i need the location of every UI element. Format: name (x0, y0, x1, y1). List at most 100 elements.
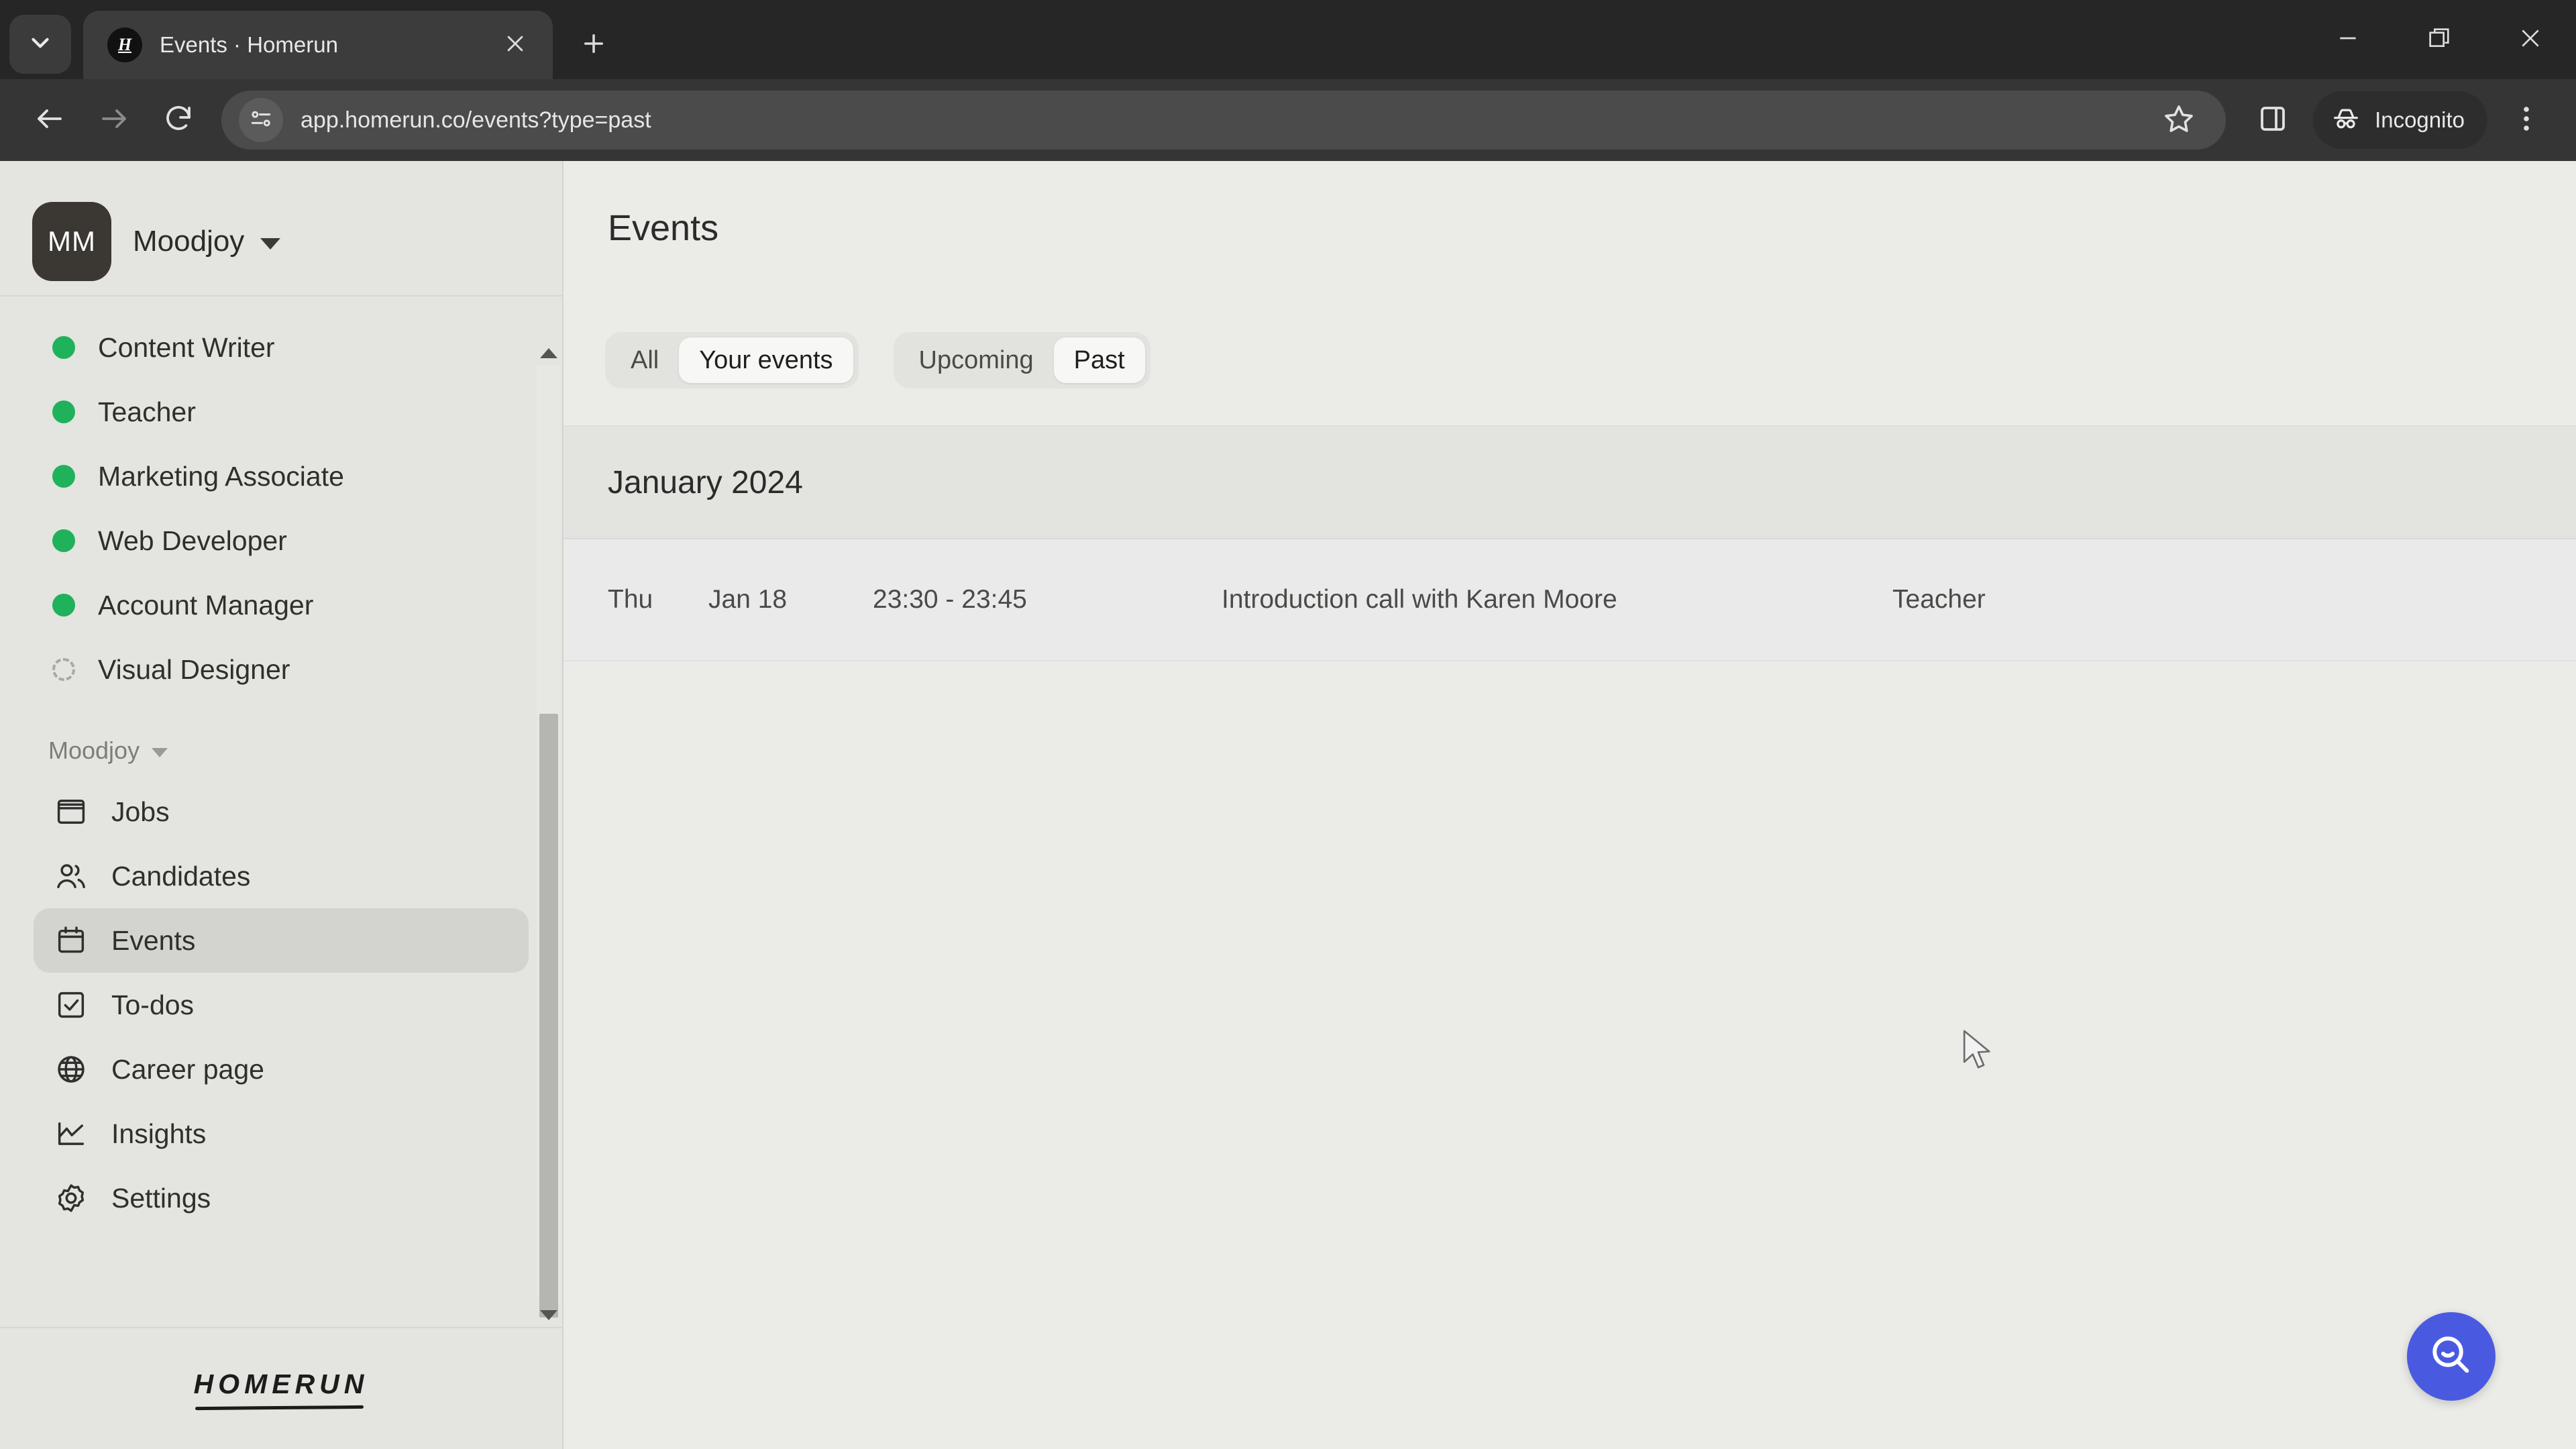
status-dot-draft-icon (52, 658, 75, 681)
sidebar: MM Moodjoy Content Writer Teacher Market… (0, 161, 564, 1449)
browser-toolbar: app.homerun.co/events?type=past Incognit… (0, 79, 2576, 161)
mouse-cursor (1959, 1028, 1999, 1073)
sidebar-job-list: Content Writer Teacher Marketing Associa… (0, 297, 562, 702)
org-avatar: MM (32, 202, 111, 281)
page-title: Events (608, 208, 719, 248)
events-filter-bar: All Your events Upcoming Past (564, 295, 2576, 427)
sidebar-item-label: Events (111, 924, 196, 956)
filter-past[interactable]: Past (1053, 337, 1145, 383)
sidebar-item-events[interactable]: Events (34, 908, 529, 973)
browser-tab[interactable]: H Events · Homerun (83, 11, 553, 79)
job-label: Teacher (98, 396, 196, 427)
month-title: January 2024 (608, 464, 803, 500)
browser-tab-strip: H Events · Homerun (0, 0, 2576, 79)
gear-icon (52, 1179, 90, 1217)
arrow-right-icon (98, 103, 130, 138)
globe-icon (52, 1051, 90, 1088)
scope-filter-group: All Your events (605, 332, 859, 388)
sidebar-section-label: Moodjoy (48, 737, 140, 764)
page-settings-icon (248, 106, 274, 135)
filter-all[interactable]: All (610, 337, 679, 383)
window-close-icon (2517, 25, 2544, 55)
scrollbar-down-button[interactable] (537, 1303, 561, 1327)
sidebar-item-label: Jobs (111, 796, 170, 827)
chart-line-icon (52, 1115, 90, 1152)
sidebar-item-jobs[interactable]: Jobs (34, 780, 529, 844)
side-panel-button[interactable] (2241, 88, 2305, 152)
sidebar-job-content-writer[interactable]: Content Writer (0, 315, 562, 380)
filter-upcoming[interactable]: Upcoming (899, 337, 1054, 383)
search-smile-icon (2426, 1330, 2476, 1383)
job-label: Account Manager (98, 589, 314, 621)
scrollbar-up-button[interactable] (537, 341, 561, 365)
sidebar-item-insights[interactable]: Insights (34, 1102, 529, 1166)
filter-your-events[interactable]: Your events (679, 337, 853, 383)
restore-icon (2426, 25, 2453, 55)
minimize-button[interactable] (2302, 0, 2394, 79)
new-tab-button[interactable] (568, 19, 620, 71)
event-row[interactable]: Thu Jan 18 23:30 - 23:45 Introduction ca… (564, 539, 2576, 661)
close-icon (504, 32, 527, 58)
sidebar-scrollbar[interactable] (537, 341, 561, 1327)
sidebar-item-label: Insights (111, 1118, 207, 1149)
maximize-button[interactable] (2394, 0, 2485, 79)
event-time: 23:30 - 23:45 (873, 585, 1027, 614)
sidebar-item-career-page[interactable]: Career page (34, 1037, 529, 1102)
sidebar-item-todos[interactable]: To-dos (34, 973, 529, 1037)
help-search-button[interactable] (2407, 1312, 2496, 1401)
incognito-indicator[interactable]: Incognito (2313, 91, 2487, 149)
org-switcher[interactable]: MM Moodjoy (0, 161, 562, 295)
checkbox-icon (52, 986, 90, 1024)
people-icon (52, 857, 90, 895)
sidebar-job-teacher[interactable]: Teacher (0, 380, 562, 444)
month-group-header: January 2024 (564, 427, 2576, 539)
tab-search-button[interactable] (9, 15, 71, 74)
sidebar-nav: Jobs Candidates Events To-dos Career pag… (0, 775, 562, 1230)
reload-button[interactable] (146, 88, 211, 152)
app-viewport: MM Moodjoy Content Writer Teacher Market… (0, 161, 2576, 1449)
close-window-button[interactable] (2485, 0, 2576, 79)
incognito-icon (2330, 103, 2361, 138)
site-info-button[interactable] (239, 98, 283, 142)
event-date: Jan 18 (708, 585, 788, 614)
status-dot-published-icon (52, 465, 75, 488)
sidebar-job-visual-designer[interactable]: Visual Designer (0, 637, 562, 702)
forward-button[interactable] (82, 88, 146, 152)
caret-down-icon (260, 237, 281, 250)
job-label: Web Developer (98, 525, 287, 556)
status-dot-published-icon (52, 594, 75, 616)
calendar-icon (52, 922, 90, 959)
browser-menu-button[interactable] (2494, 88, 2559, 152)
arrow-left-icon (34, 103, 66, 138)
event-job-name: Teacher (1892, 585, 1986, 614)
url-text[interactable]: app.homerun.co/events?type=past (301, 107, 2147, 133)
scrollbar-thumb[interactable] (539, 714, 558, 1318)
job-label: Marketing Associate (98, 460, 344, 492)
jobs-icon (52, 793, 90, 830)
browser-window: H Events · Homerun app.homerun.co/events… (0, 0, 2576, 1449)
scroll-down-icon (540, 1309, 557, 1320)
scroll-up-icon (540, 347, 557, 358)
status-dot-published-icon (52, 336, 75, 359)
org-name: Moodjoy (133, 225, 245, 258)
sidebar-job-marketing-associate[interactable]: Marketing Associate (0, 444, 562, 508)
sidebar-job-account-manager[interactable]: Account Manager (0, 573, 562, 637)
caret-down-icon (152, 747, 168, 757)
sidebar-item-settings[interactable]: Settings (34, 1166, 529, 1230)
close-tab-button[interactable] (496, 26, 534, 64)
sidebar-item-label: Settings (111, 1182, 211, 1214)
sidebar-item-label: Candidates (111, 860, 251, 892)
sidebar-section-switcher[interactable]: Moodjoy (0, 702, 562, 775)
sidebar-job-web-developer[interactable]: Web Developer (0, 508, 562, 573)
address-bar[interactable]: app.homerun.co/events?type=past (221, 91, 2226, 150)
main-content: Events All Your events Upcoming Past Jan… (564, 161, 2576, 1449)
star-icon (2163, 103, 2195, 138)
incognito-label: Incognito (2375, 107, 2465, 132)
sidebar-item-candidates[interactable]: Candidates (34, 844, 529, 908)
back-button[interactable] (17, 88, 82, 152)
bookmark-button[interactable] (2147, 88, 2211, 152)
window-controls (2302, 0, 2576, 79)
sidebar-item-label: To-dos (111, 989, 195, 1020)
job-label: Visual Designer (98, 653, 290, 685)
homerun-logo: HOMERUN (194, 1368, 369, 1409)
